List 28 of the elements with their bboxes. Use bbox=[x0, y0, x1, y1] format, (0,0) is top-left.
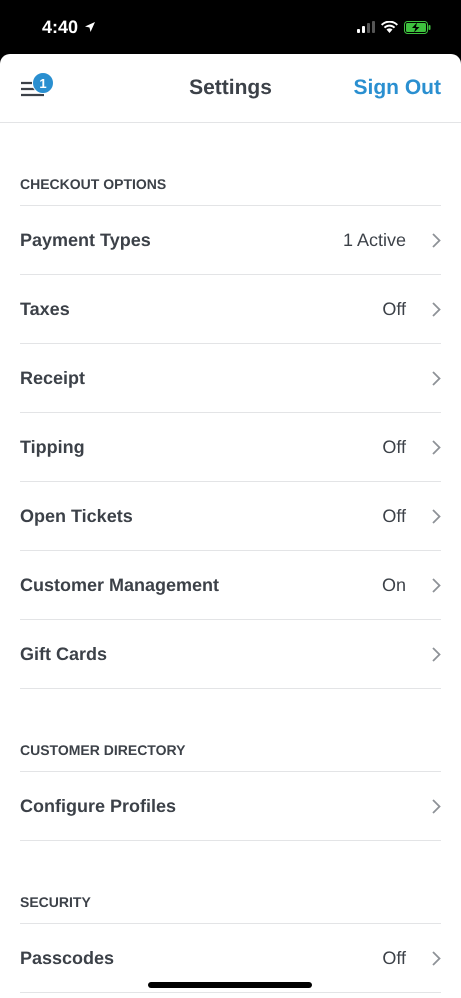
location-arrow-icon bbox=[84, 21, 96, 33]
settings-row[interactable]: Customer Management On bbox=[20, 551, 441, 620]
wifi-icon bbox=[381, 21, 398, 33]
chevron-right-icon bbox=[432, 232, 441, 248]
chevron-right-icon bbox=[432, 370, 441, 386]
chevron-right-icon bbox=[432, 302, 441, 316]
chevron-right-icon bbox=[432, 798, 441, 814]
page-title: Settings bbox=[189, 76, 272, 100]
signal-icon bbox=[357, 21, 375, 33]
settings-row[interactable]: Open Tickets Off bbox=[20, 482, 441, 551]
settings-row[interactable]: Taxes Off bbox=[20, 275, 441, 344]
settings-row[interactable]: Gift Cards bbox=[20, 620, 441, 689]
settings-row[interactable]: Payment Types 1 Active bbox=[20, 206, 441, 275]
section-heading: SECURITY bbox=[20, 894, 91, 910]
settings-row[interactable]: Tipping Off bbox=[20, 413, 441, 482]
chevron-right-icon bbox=[432, 646, 441, 662]
chevron-right-icon bbox=[432, 440, 441, 454]
sign-out-link[interactable]: Sign Out bbox=[354, 76, 441, 100]
section-heading: CHECKOUT OPTIONS bbox=[20, 176, 166, 192]
settings-row[interactable]: Configure Profiles bbox=[20, 772, 441, 841]
battery-charging-icon bbox=[404, 20, 431, 34]
settings-row[interactable]: Receipt bbox=[20, 344, 441, 413]
chevron-right-icon bbox=[432, 508, 441, 524]
chevron-right-icon bbox=[432, 578, 441, 592]
notification-badge: 1 bbox=[32, 72, 54, 94]
chevron-right-icon bbox=[432, 950, 441, 966]
status-time: 4:40 bbox=[42, 16, 78, 38]
section-heading: CUSTOMER DIRECTORY bbox=[20, 742, 186, 758]
